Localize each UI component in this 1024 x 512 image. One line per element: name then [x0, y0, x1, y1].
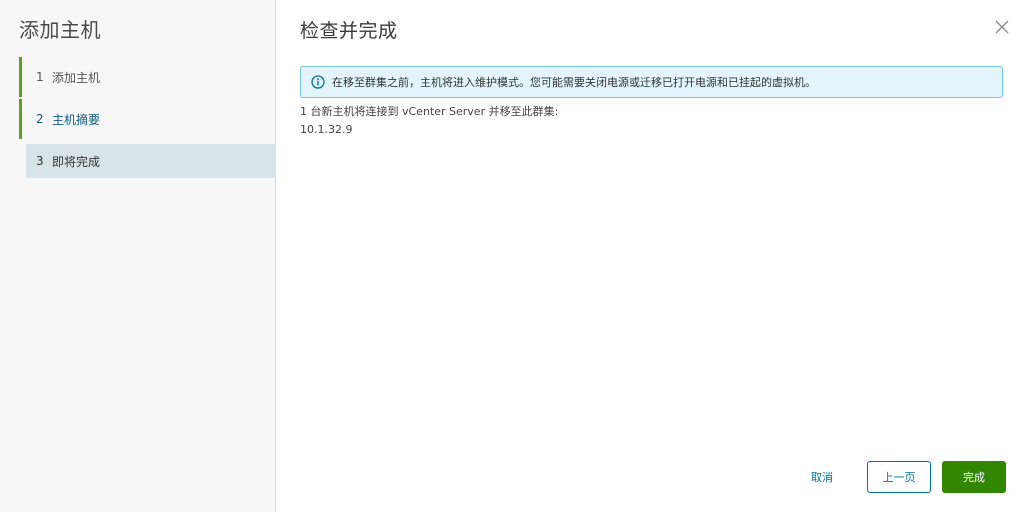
page-title: 检查并完成 [300, 20, 398, 42]
step-progress-bar [19, 57, 22, 97]
finish-button[interactable]: 完成 [942, 461, 1006, 493]
wizard-title: 添加主机 [19, 18, 101, 42]
alert-text: 在移至群集之前，主机将进入维护模式。您可能需要关闭电源或迁移已打开电源和已挂起的… [332, 76, 816, 89]
step-label: 主机摘要 [52, 112, 101, 127]
step-progress-bar [19, 99, 22, 139]
info-alert: 在移至群集之前，主机将进入维护模式。您可能需要关闭电源或迁移已打开电源和已挂起的… [300, 66, 1003, 98]
step-label: 添加主机 [52, 70, 101, 85]
close-icon[interactable] [994, 19, 1010, 35]
step-host-summary[interactable]: 2 主机摘要 [19, 99, 276, 139]
step-number: 2 [36, 112, 44, 126]
step-ready-to-complete[interactable]: 3 即将完成 [26, 144, 276, 178]
back-button[interactable]: 上一页 [867, 461, 931, 493]
wizard-steps-pane: 添加主机 1 添加主机 2 主机摘要 3 即将完成 [0, 0, 276, 512]
step-number: 1 [36, 70, 44, 84]
step-label: 即将完成 [52, 154, 101, 169]
host-ip: 10.1.32.9 [300, 123, 353, 136]
step-add-host[interactable]: 1 添加主机 [19, 57, 276, 97]
step-list: 1 添加主机 2 主机摘要 3 即将完成 [0, 57, 276, 186]
wizard-footer: 取消 上一页 完成 [801, 461, 1006, 493]
info-icon [311, 75, 325, 89]
wizard-content-pane: 检查并完成 在移至群集之前，主机将进入维护模式。您可能需要关闭电源或迁移已打开电… [276, 0, 1024, 512]
add-host-wizard: 添加主机 1 添加主机 2 主机摘要 3 即将完成 检查并完成 在移至群集之前，… [0, 0, 1024, 512]
step-number: 3 [36, 154, 44, 168]
summary-text: 1 台新主机将连接到 vCenter Server 并移至此群集: [300, 105, 559, 118]
cancel-button[interactable]: 取消 [801, 461, 843, 493]
